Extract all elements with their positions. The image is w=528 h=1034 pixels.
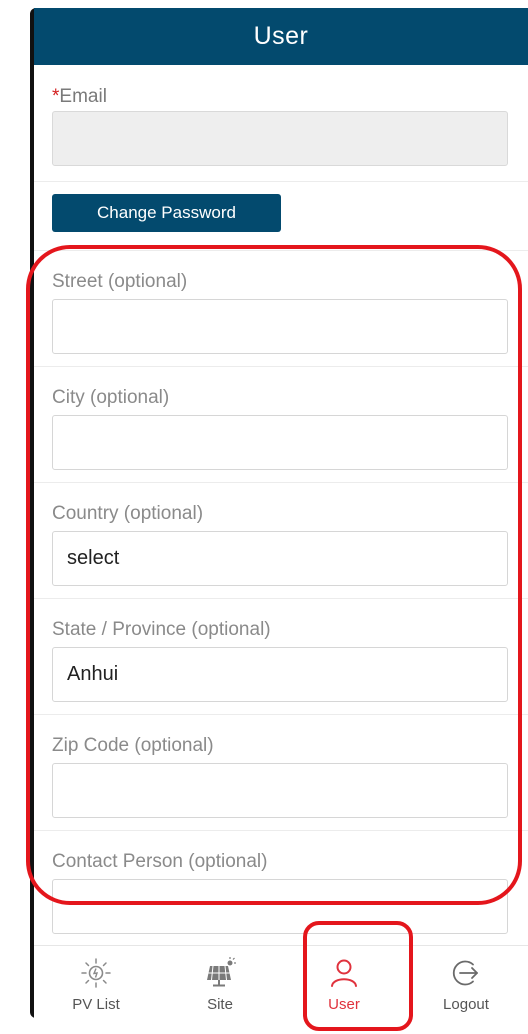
email-label: *Email [52,86,107,108]
email-field[interactable] [52,111,508,166]
change-password-label: Change Password [97,203,236,222]
bottom-tab-bar: PV List Site User Logout [34,945,528,1018]
tab-logout-label: Logout [443,996,489,1013]
zip-label: Zip Code (optional) [52,735,214,756]
country-label: Country (optional) [52,503,204,524]
city-section: City (optional) [34,366,528,483]
tab-user[interactable]: User [282,946,406,1018]
state-value: Anhui [67,663,119,685]
street-input[interactable] [52,299,508,354]
change-password-button[interactable]: Change Password [52,194,281,232]
logout-icon [452,960,478,986]
solar-panel-icon [207,957,236,987]
zip-section: Zip Code (optional) [34,714,528,831]
app-frame: User *Email Change Password Street (opti… [0,0,528,1034]
country-value: select [67,547,120,569]
contact-label: Contact Person (optional) [52,851,268,872]
street-section: Street (optional) [34,250,528,367]
country-select[interactable]: select [52,531,508,586]
sun-icon [81,958,111,988]
contact-input[interactable] [52,879,508,934]
state-select[interactable]: Anhui [52,647,508,702]
street-label: Street (optional) [52,271,188,292]
page-header: User [34,8,528,65]
app-screen: User *Email Change Password Street (opti… [34,8,528,1018]
page-title: User [253,22,309,50]
tab-site[interactable]: Site [158,946,282,1018]
tab-logout[interactable]: Logout [404,946,528,1018]
tab-pv-list-label: PV List [72,996,120,1013]
zip-input[interactable] [52,763,508,818]
city-input[interactable] [52,415,508,470]
tab-pv-list[interactable]: PV List [34,946,158,1018]
state-section: State / Province (optional) Anhui [34,598,528,715]
user-icon [331,959,357,987]
email-section: *Email [34,65,528,182]
tab-user-label: User [328,996,360,1013]
email-label-text: Email [59,86,107,107]
city-label: City (optional) [52,387,170,408]
country-section: Country (optional) select [34,482,528,599]
state-label: State / Province (optional) [52,619,271,640]
tab-site-label: Site [207,996,233,1013]
contact-section: Contact Person (optional) [34,830,528,946]
